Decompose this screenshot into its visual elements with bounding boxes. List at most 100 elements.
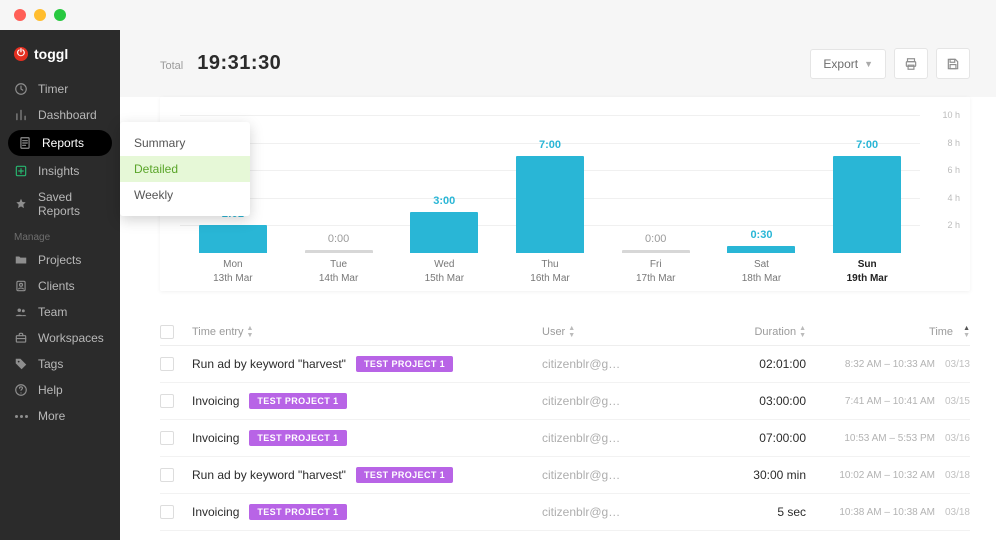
help-icon [14, 383, 28, 397]
row-checkbox[interactable] [160, 394, 174, 408]
nav-label: Workspaces [38, 331, 104, 345]
nav-manage-tags[interactable]: Tags [0, 351, 120, 377]
plus-square-icon [14, 164, 28, 178]
chart-y-axis: 10 h8 h6 h4 h2 h [924, 115, 960, 253]
nav-insights[interactable]: Insights [0, 158, 120, 184]
select-all-checkbox[interactable] [160, 325, 174, 339]
sort-icon: ▲▼ [568, 325, 575, 339]
nav-label: Reports [42, 136, 84, 150]
date: 03/18 [945, 507, 970, 518]
nav-label: Projects [38, 253, 81, 267]
col-user[interactable]: User ▲▼ [542, 325, 682, 339]
doc-icon [18, 136, 32, 150]
topbar: Total 19:31:30 Export ▼ [120, 30, 996, 97]
bar-thu: 7:00 [497, 115, 603, 253]
bar [516, 156, 584, 253]
table-row[interactable]: Run ad by keyword "harvest" TEST PROJECT … [160, 346, 970, 383]
table-header: Time entry ▲▼ User ▲▼ Duration ▲▼ Time [160, 319, 970, 346]
table-row[interactable]: InvoicingTEST PROJECT 1citizenblr@g…03:0… [160, 383, 970, 420]
maximize-window-button[interactable] [54, 9, 66, 21]
briefcase-icon [14, 331, 28, 345]
reports-submenu: SummaryDetailedWeekly [120, 122, 250, 216]
nav-label: Team [38, 305, 67, 319]
x-tick: Tue14th Mar [286, 258, 392, 285]
total-value: 19:31:30 [197, 52, 281, 75]
bar [305, 250, 373, 253]
nav-manage-more[interactable]: More [0, 403, 120, 429]
row-checkbox[interactable] [160, 431, 174, 445]
entries-table: Time entry ▲▼ User ▲▼ Duration ▲▼ Time [160, 319, 970, 531]
table-row[interactable]: InvoicingTEST PROJECT 1citizenblr@g…5 se… [160, 494, 970, 531]
nav-dashboard[interactable]: Dashboard [0, 102, 120, 128]
close-window-button[interactable] [14, 9, 26, 21]
x-tick: Sun19th Mar [814, 258, 920, 285]
row-checkbox[interactable] [160, 505, 174, 519]
bar-sat: 0:30 [709, 115, 815, 253]
nav-label: Timer [38, 82, 68, 96]
weekly-chart-card: 10 h8 h6 h4 h2 h 2:010:003:007:000:000:3… [160, 97, 970, 291]
window-titlebar [0, 0, 996, 30]
bar [727, 246, 795, 253]
project-badge: TEST PROJECT 1 [356, 467, 453, 483]
more-icon [14, 409, 28, 423]
bar-value-label: 7:00 [539, 139, 561, 151]
star-icon [14, 197, 28, 211]
entry-cell: InvoicingTEST PROJECT 1 [192, 430, 538, 446]
duration-cell: 30:00 min [686, 468, 806, 482]
user-cell: citizenblr@g… [542, 394, 682, 408]
project-badge: TEST PROJECT 1 [249, 504, 346, 520]
row-checkbox[interactable] [160, 357, 174, 371]
x-tick: Wed15th Mar [391, 258, 497, 285]
project-badge: TEST PROJECT 1 [249, 393, 346, 409]
col-entry[interactable]: Time entry ▲▼ [192, 325, 538, 339]
date: 03/13 [945, 359, 970, 370]
minimize-window-button[interactable] [34, 9, 46, 21]
nav-timer[interactable]: Timer [0, 76, 120, 102]
power-icon: ⏻ [14, 47, 28, 61]
sidebar: ⏻ toggl TimerDashboardReportsInsightsSav… [0, 30, 120, 540]
print-icon [904, 57, 918, 71]
team-icon [14, 305, 28, 319]
main-panel: Total 19:31:30 Export ▼ [120, 30, 996, 540]
entry-cell: Invoicing TEST PROJECT 1 [192, 504, 538, 520]
entry-title: Invoicing [192, 505, 239, 519]
time-cell: 10:53 AM – 5:53 PM03/16 [810, 433, 970, 444]
nav-manage-projects[interactable]: Projects [0, 247, 120, 273]
date: 03/18 [945, 470, 970, 481]
submenu-item-summary[interactable]: Summary [120, 130, 250, 156]
save-report-button[interactable] [936, 48, 970, 79]
col-time[interactable]: Time ▲▼ [810, 325, 970, 339]
time-cell: 8:32 AM – 10:33 AM03/13 [810, 359, 970, 370]
col-duration[interactable]: Duration ▲▼ [686, 325, 806, 339]
submenu-item-detailed[interactable]: Detailed [120, 156, 250, 182]
submenu-item-weekly[interactable]: Weekly [120, 182, 250, 208]
nav-manage-clients[interactable]: Clients [0, 273, 120, 299]
nav-manage-help[interactable]: Help [0, 377, 120, 403]
export-button[interactable]: Export ▼ [810, 49, 886, 79]
user-cell: citizenblr@g… [542, 468, 682, 482]
entry-cell: Run ad by keyword "harvest"TEST PROJECT … [192, 467, 538, 483]
row-checkbox[interactable] [160, 468, 174, 482]
bar-value-label: 0:30 [750, 229, 772, 241]
nav-section-manage: Manage [0, 224, 120, 247]
tag-icon [14, 357, 28, 371]
nav-manage-workspaces[interactable]: Workspaces [0, 325, 120, 351]
project-badge: TEST PROJECT 1 [356, 356, 453, 372]
nav-manage-team[interactable]: Team [0, 299, 120, 325]
nav-saved-reports[interactable]: Saved Reports [0, 184, 120, 224]
sort-icon: ▲▼ [799, 325, 806, 339]
bar-sun: 7:00 [814, 115, 920, 253]
table-row[interactable]: InvoicingTEST PROJECT 1citizenblr@g…07:0… [160, 420, 970, 457]
sort-icon: ▲▼ [247, 325, 254, 339]
table-row[interactable]: Run ad by keyword "harvest"TEST PROJECT … [160, 457, 970, 494]
print-button[interactable] [894, 48, 928, 79]
bar-value-label: 3:00 [433, 195, 455, 207]
nav-reports[interactable]: Reports [8, 130, 112, 156]
bar-tue: 0:00 [286, 115, 392, 253]
duration-cell: 03:00:00 [686, 394, 806, 408]
entry-title: Run ad by keyword "harvest" [192, 357, 346, 371]
bar [199, 225, 267, 253]
x-tick: Sat18th Mar [709, 258, 815, 285]
nav-label: Clients [38, 279, 75, 293]
sort-icon: ▲▼ [963, 325, 970, 339]
